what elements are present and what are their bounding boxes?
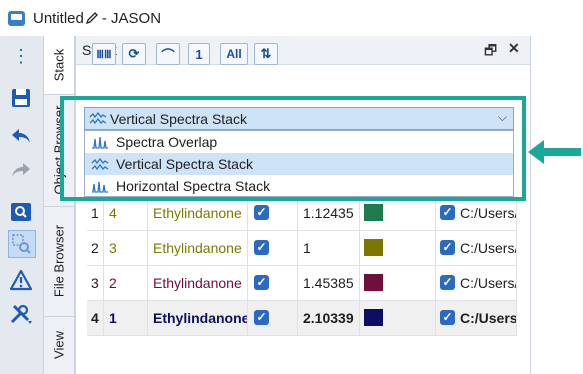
row-scale: 1	[298, 231, 360, 265]
row-name: Ethylindanone	[148, 231, 248, 265]
tab-view-label: View	[51, 331, 67, 359]
row-visible-cell[interactable]: ✓	[248, 266, 298, 300]
stack-mode-options: Spectra Overlap Vertical Spectra Stack H…	[84, 130, 514, 197]
visible-checkbox[interactable]: ✓	[254, 275, 269, 290]
panel-divider	[530, 36, 531, 374]
zoom-region-icon[interactable]	[8, 230, 36, 258]
redo-icon[interactable]	[9, 158, 33, 182]
table-row[interactable]: 1 4 Ethylindanone ✓ 1.12435 ✓ C:/Users/	[87, 196, 517, 231]
edit-pencil-icon	[85, 12, 98, 25]
right-panel-edge	[530, 36, 583, 374]
row-visible-cell[interactable]: ✓	[248, 301, 298, 335]
row-scale: 2.10339	[298, 301, 360, 335]
row-scale: 1.45385	[298, 266, 360, 300]
more-options-icon[interactable]: ⋮	[9, 44, 33, 68]
option-horizontal-spectra-stack[interactable]: Horizontal Spectra Stack	[85, 175, 513, 197]
vertical-stack-icon	[89, 112, 107, 125]
option-label: Spectra Overlap	[116, 134, 218, 150]
row-path: C:/Users/	[460, 310, 517, 326]
tab-object-browser[interactable]: Object Browser	[44, 94, 74, 207]
row-path-cell: ✓ C:/Users/	[436, 231, 517, 265]
tab-file-browser-label: File Browser	[51, 224, 67, 298]
option-label: Horizontal Spectra Stack	[116, 178, 271, 194]
row-path: C:/Users/	[460, 205, 517, 221]
app-icon	[8, 11, 25, 26]
row-name: Ethylindanone	[148, 301, 248, 335]
option-label: Vertical Spectra Stack	[116, 156, 253, 172]
row-path-cell: ✓ C:/Users/	[436, 301, 517, 335]
path-checkbox[interactable]: ✓	[440, 205, 455, 220]
tab-object-browser-label: Object Browser	[51, 105, 67, 195]
table-row[interactable]: 2 3 Ethylindanone ✓ 1 ✓ C:/Users/	[87, 231, 517, 266]
warning-icon[interactable]	[9, 268, 33, 292]
tab-view[interactable]: View	[44, 316, 74, 374]
refresh-button[interactable]: ⟳	[122, 43, 146, 65]
all-button[interactable]: All	[220, 43, 248, 65]
visible-checkbox[interactable]: ✓	[254, 240, 269, 255]
row-index: 4	[87, 301, 104, 335]
color-swatch[interactable]	[364, 309, 383, 326]
color-swatch[interactable]	[364, 204, 383, 221]
color-swatch[interactable]	[364, 239, 383, 256]
spectra-view-button[interactable]: ⅢⅢ	[92, 43, 116, 65]
row-visible-cell[interactable]: ✓	[248, 196, 298, 230]
float-window-icon[interactable]: 🗗	[484, 40, 497, 64]
app-name: - JASON	[101, 10, 162, 27]
visible-checkbox[interactable]: ✓	[254, 205, 269, 220]
row-color-cell[interactable]	[360, 266, 436, 300]
option-vertical-spectra-stack[interactable]: Vertical Spectra Stack	[85, 153, 513, 175]
window-title: Untitled - JASON	[33, 10, 161, 27]
row-scale: 1.12435	[298, 196, 360, 230]
stack-mode-dropdown[interactable]: Vertical Spectra Stack ⌵	[84, 107, 514, 130]
title-bar: Untitled - JASON	[0, 0, 583, 36]
table-row[interactable]: 3 2 Ethylindanone ✓ 1.45385 ✓ C:/Users/	[87, 266, 517, 301]
callout-arrow-icon	[528, 140, 581, 164]
row-path-cell: ✓ C:/Users/	[436, 196, 517, 230]
row-order: 2	[104, 266, 148, 300]
path-checkbox[interactable]: ✓	[440, 240, 455, 255]
arc-button[interactable]: ⌒	[156, 43, 180, 65]
tools-icon[interactable]	[9, 302, 33, 326]
row-index: 3	[87, 266, 104, 300]
left-toolstrip: ⋮	[0, 36, 44, 374]
path-checkbox[interactable]: ✓	[440, 310, 455, 325]
vertical-tab-bar: Stack Object Browser File Browser View	[44, 36, 75, 374]
one-button[interactable]: 1	[188, 43, 210, 65]
row-index: 1	[87, 196, 104, 230]
dropdown-selected-label: Vertical Spectra Stack	[110, 111, 247, 127]
option-spectra-overlap[interactable]: Spectra Overlap	[85, 131, 513, 153]
color-swatch[interactable]	[364, 274, 383, 291]
table-row[interactable]: 4 1 Ethylindanone ✓ 2.10339 ✓ C:/Users/	[87, 301, 517, 336]
row-order: 4	[104, 196, 148, 230]
tab-stack[interactable]: Stack	[44, 36, 74, 95]
row-visible-cell[interactable]: ✓	[248, 231, 298, 265]
row-order: 1	[104, 301, 148, 335]
visible-checkbox[interactable]: ✓	[254, 310, 269, 325]
tab-file-browser[interactable]: File Browser	[44, 206, 74, 317]
sort-button[interactable]: ⇅	[254, 43, 278, 65]
row-path: C:/Users/	[460, 275, 517, 291]
row-name: Ethylindanone	[148, 266, 248, 300]
save-icon[interactable]	[9, 86, 33, 110]
row-name: Ethylindanone	[148, 196, 248, 230]
zoom-icon[interactable]	[9, 200, 33, 224]
undo-icon[interactable]	[9, 124, 33, 148]
row-path-cell: ✓ C:/Users/	[436, 266, 517, 300]
row-index: 2	[87, 231, 104, 265]
document-title: Untitled	[33, 10, 84, 27]
chevron-down-icon[interactable]: ⌵	[498, 110, 507, 125]
row-path: C:/Users/	[460, 240, 517, 256]
spectra-overlap-icon	[92, 136, 108, 149]
row-color-cell[interactable]	[360, 231, 436, 265]
horizontal-stack-icon	[92, 181, 108, 193]
path-checkbox[interactable]: ✓	[440, 275, 455, 290]
row-color-cell[interactable]	[360, 196, 436, 230]
close-icon[interactable]: ✕	[508, 40, 520, 57]
row-order: 3	[104, 231, 148, 265]
tab-stack-label: Stack	[51, 48, 67, 82]
vertical-stack-icon	[91, 158, 109, 171]
row-color-cell[interactable]	[360, 301, 436, 335]
